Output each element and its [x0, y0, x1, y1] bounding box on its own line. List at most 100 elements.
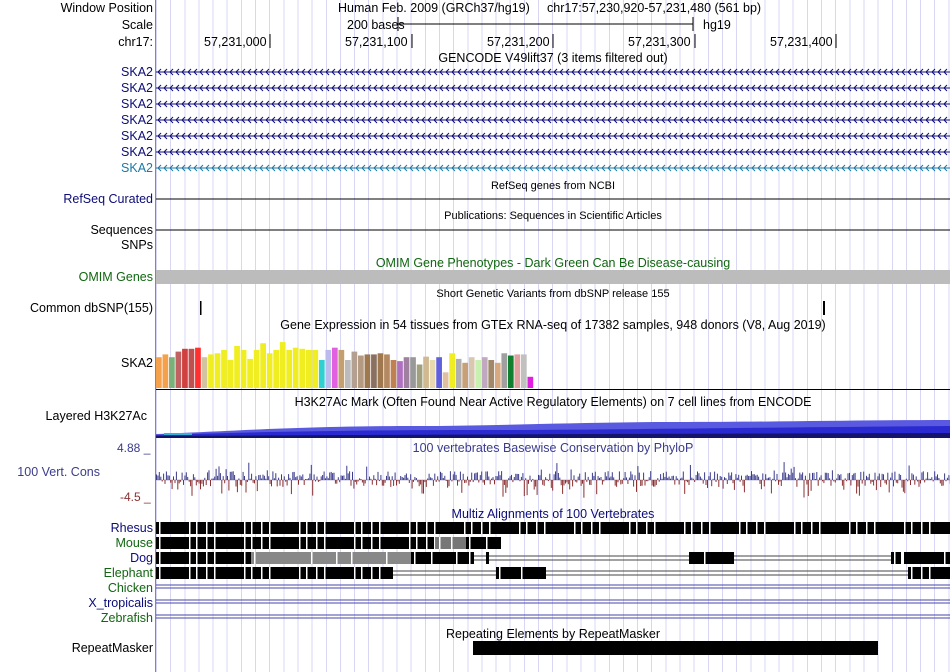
phylop-bar [837, 473, 839, 480]
gencode-gene-label[interactable]: SKA2 [121, 161, 153, 175]
gencode-gene-label[interactable]: SKA2 [121, 113, 153, 127]
phylop-min-label: -4.5 _ [120, 490, 151, 504]
phylop-bar [376, 480, 378, 486]
phylop-bar [310, 464, 312, 480]
gtex-bar-chart[interactable] [156, 332, 950, 392]
phylop-bar [303, 480, 305, 485]
phylop-bar [218, 466, 220, 480]
omim-bar[interactable] [156, 270, 950, 284]
multiz-species-label[interactable]: Zebrafish [101, 611, 153, 625]
phylop-bar [931, 477, 933, 480]
phylop-bar [410, 474, 412, 480]
phylop-bar [586, 480, 588, 482]
multiz-species-label[interactable]: Chicken [108, 581, 153, 595]
repeatmasker-label[interactable]: RepeatMasker [72, 641, 153, 655]
phylop-bar [920, 480, 921, 484]
gtex-bar [475, 360, 482, 388]
h3k27ac-signal[interactable] [156, 408, 950, 438]
gencode-gene-label[interactable]: SKA2 [121, 97, 153, 111]
multiz-species-label[interactable]: X_tropicalis [88, 596, 153, 610]
gencode-transcript [156, 100, 950, 108]
gencode-gene-label[interactable]: SKA2 [121, 65, 153, 79]
multiz-row [156, 599, 950, 604]
phylop-bar [631, 474, 633, 480]
gtex-bar [214, 353, 221, 388]
phylop-bar [391, 476, 393, 480]
phylop-bar [601, 480, 603, 485]
gtex-bar [527, 376, 534, 388]
phylop-bar [935, 476, 937, 480]
multiz-species-label[interactable]: Mouse [115, 536, 153, 550]
phylop-bar [495, 476, 497, 480]
dbsnp-label[interactable]: Common dbSNP(155) [30, 301, 153, 315]
gtex-bar [273, 349, 280, 388]
publications-line[interactable] [156, 223, 950, 237]
phylop-bar [197, 480, 199, 483]
omim-label[interactable]: OMIM Genes [79, 270, 153, 284]
multiz-alignments[interactable] [156, 520, 950, 626]
phylop-bar [432, 480, 434, 486]
phylop-bar [178, 480, 180, 484]
multiz-species-label[interactable]: Elephant [104, 566, 153, 580]
phylop-bar [334, 480, 336, 484]
phylop-bar [803, 480, 805, 498]
phylop-bar [698, 473, 700, 480]
phylop-bar [725, 478, 727, 480]
refseq-label[interactable]: RefSeq Curated [63, 192, 153, 206]
phylop-signal[interactable] [156, 455, 950, 505]
phylop-bar [807, 480, 809, 496]
multiz-row [156, 522, 950, 534]
gtex-bar [240, 349, 247, 388]
refseq-line[interactable] [156, 192, 950, 206]
gtex-bar [397, 361, 403, 388]
phylop-bar [921, 472, 923, 480]
phylop-bar [533, 480, 535, 490]
phylop-bar [266, 470, 268, 480]
phylop-bar [944, 473, 946, 480]
phylop-bar [843, 480, 845, 490]
phylop-bar [577, 476, 579, 480]
phylop-bar [582, 480, 583, 484]
phylop-bar [552, 480, 554, 491]
dbsnp-variants[interactable] [156, 300, 950, 317]
phylop-bar [616, 480, 618, 487]
gencode-gene-label[interactable]: SKA2 [121, 145, 153, 159]
gtex-label[interactable]: SKA2 [121, 356, 153, 370]
gencode-transcripts[interactable] [156, 64, 950, 180]
phylop-bar [479, 475, 481, 480]
genome-browser-image[interactable]: Window Position Human Feb. 2009 (GRCh37/… [0, 0, 950, 672]
phylop-bar [543, 480, 545, 486]
publications-label[interactable]: Sequences [90, 223, 153, 237]
phylop-bar [217, 475, 219, 480]
multiz-species-label[interactable]: Rhesus [111, 521, 153, 535]
phylop-bar [665, 471, 667, 480]
phylop-bar [418, 480, 420, 487]
gencode-gene-label[interactable]: SKA2 [121, 129, 153, 143]
repeatmasker-element[interactable] [156, 640, 950, 656]
phylop-bar [246, 480, 248, 482]
phylop-bar [729, 475, 731, 480]
gtex-bar [410, 357, 416, 388]
phylop-bar [156, 474, 157, 480]
phylop-bar [538, 474, 539, 480]
phylop-bar [797, 478, 799, 480]
phylop-bar [326, 476, 328, 480]
phylop-bar [336, 480, 338, 484]
phylop-bar [557, 473, 559, 480]
gtex-bar [175, 351, 182, 388]
phylop-bar [924, 480, 926, 483]
multiz-species-label[interactable]: Dog [130, 551, 153, 565]
multiz-row [156, 584, 950, 589]
phylop-bar [312, 480, 314, 496]
phylop-bar [746, 474, 748, 480]
phylop-bar [254, 480, 255, 484]
phylop-bar [682, 471, 684, 480]
gencode-gene-label[interactable]: SKA2 [121, 81, 153, 95]
phylop-bar [438, 480, 440, 482]
phylop-bar [560, 480, 562, 486]
phylop-label[interactable]: 100 Vert. Cons [17, 465, 100, 479]
snps-label[interactable]: SNPs [121, 238, 153, 252]
h3k27ac-label[interactable]: Layered H3K27Ac [46, 409, 147, 423]
phylop-bar [868, 473, 870, 480]
phylop-bar [647, 480, 649, 482]
